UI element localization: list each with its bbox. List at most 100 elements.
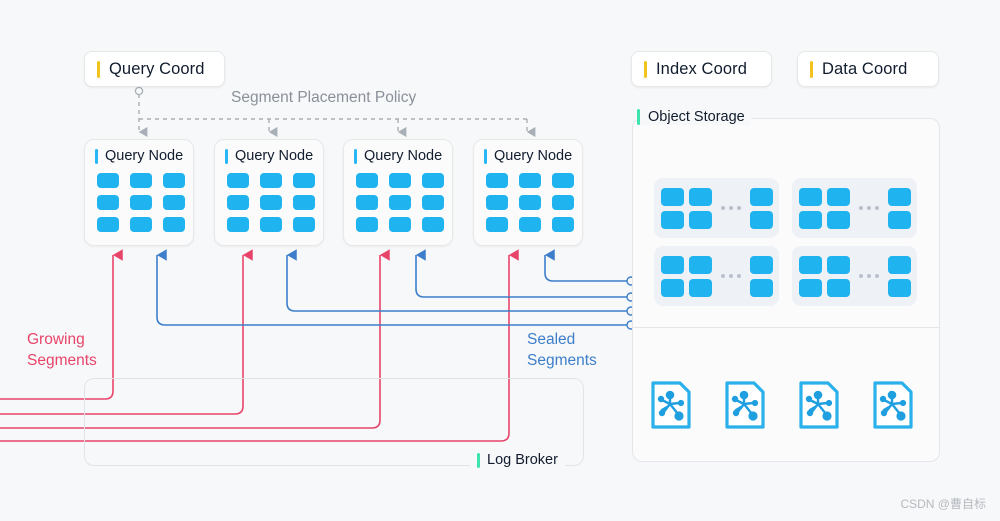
growing-segments-label-line1: Growing [27, 331, 85, 348]
ellipsis-icon [858, 274, 879, 278]
data-coord-card[interactable]: Data Coord [797, 51, 939, 87]
accent-bar-icon [810, 60, 813, 78]
log-block-pair [660, 255, 712, 297]
log-block [826, 187, 850, 206]
log-block [660, 210, 684, 229]
log-block [826, 255, 850, 274]
query-node-2[interactable]: Query Node [214, 139, 324, 246]
log-block [887, 210, 911, 229]
log-block [749, 210, 773, 229]
segment-block [163, 217, 185, 232]
index-file-icon[interactable] [872, 380, 914, 430]
segment-block [356, 195, 378, 210]
query-node-label: Query Node [494, 148, 573, 164]
segment-block [356, 217, 378, 232]
segment-block [422, 173, 444, 188]
log-block [798, 210, 822, 229]
query-node-header: Query Node [215, 140, 323, 164]
segment-block [130, 217, 152, 232]
sealed-segments-label-line1: Sealed [527, 331, 576, 348]
segment-block [356, 173, 378, 188]
segment-block [260, 173, 282, 188]
segment-block [293, 173, 315, 188]
log-block [749, 187, 773, 206]
segment-block [552, 195, 574, 210]
segment-block [260, 195, 282, 210]
index-file-icon[interactable] [650, 380, 692, 430]
log-block [688, 210, 712, 229]
segment-block [227, 195, 249, 210]
query-node-header: Query Node [344, 140, 452, 164]
ellipsis-icon [858, 206, 879, 210]
segment-block [293, 217, 315, 232]
segment-block [552, 173, 574, 188]
segment-block [389, 173, 411, 188]
query-coord-card[interactable]: Query Coord [84, 51, 225, 87]
query-node-1[interactable]: Query Node [84, 139, 194, 246]
sealed-segments-label: Sealed Segments [527, 329, 597, 371]
query-node-label: Query Node [364, 148, 443, 164]
log-block [826, 278, 850, 297]
segment-block [227, 217, 249, 232]
log-block [798, 278, 822, 297]
log-file-card-4[interactable] [792, 246, 917, 306]
segment-block [519, 195, 541, 210]
index-file-icon[interactable] [798, 380, 840, 430]
log-broker-title: Log Broker [470, 452, 565, 468]
log-block-pair [798, 187, 850, 229]
growing-segments-label-line2: Segments [27, 352, 97, 369]
index-coord-card[interactable]: Index Coord [631, 51, 772, 87]
accent-bar-icon [354, 148, 357, 164]
segment-block [519, 173, 541, 188]
log-block [688, 255, 712, 274]
growing-segments-label: Growing Segments [27, 329, 97, 371]
ellipsis-icon [720, 206, 741, 210]
segment-grid [227, 173, 323, 232]
object-storage-title: Object Storage [637, 109, 751, 125]
log-block [798, 187, 822, 206]
segment-block [260, 217, 282, 232]
object-storage-divider [633, 327, 939, 328]
query-coord-label: Query Coord [109, 59, 205, 78]
accent-bar-icon [225, 148, 228, 164]
accent-bar-icon [637, 109, 640, 125]
log-block [660, 187, 684, 206]
accent-bar-icon [97, 60, 100, 78]
log-block [887, 255, 911, 274]
log-block-tail [749, 187, 773, 229]
segment-block [227, 173, 249, 188]
query-node-label: Query Node [235, 148, 314, 164]
log-broker-label: Log Broker [487, 452, 558, 468]
segment-block [486, 217, 508, 232]
query-node-label: Query Node [105, 148, 184, 164]
watermark: CSDN @曹自标 [900, 497, 986, 511]
segment-block [97, 217, 119, 232]
query-coord-anchor-dot [134, 86, 144, 96]
segment-block [552, 217, 574, 232]
accent-bar-icon [644, 60, 647, 78]
log-block [749, 255, 773, 274]
log-block-pair [798, 255, 850, 297]
log-block-pair [660, 187, 712, 229]
segment-grid [486, 173, 582, 232]
segment-grid [356, 173, 452, 232]
segment-block [163, 195, 185, 210]
segment-placement-policy-label: Segment Placement Policy [231, 89, 417, 106]
query-node-4[interactable]: Query Node [473, 139, 583, 246]
query-node-3[interactable]: Query Node [343, 139, 453, 246]
log-block [887, 278, 911, 297]
segment-block [422, 217, 444, 232]
segment-block [130, 195, 152, 210]
log-file-card-3[interactable] [654, 246, 779, 306]
segment-block [519, 217, 541, 232]
log-block [826, 210, 850, 229]
segment-block [97, 173, 119, 188]
index-file-icon[interactable] [724, 380, 766, 430]
log-file-card-2[interactable] [792, 178, 917, 238]
object-storage-label: Object Storage [648, 109, 745, 125]
log-block [660, 278, 684, 297]
sealed-segments-label-line2: Segments [527, 352, 597, 369]
accent-bar-icon [477, 452, 480, 468]
log-file-card-1[interactable] [654, 178, 779, 238]
accent-bar-icon [484, 148, 487, 164]
